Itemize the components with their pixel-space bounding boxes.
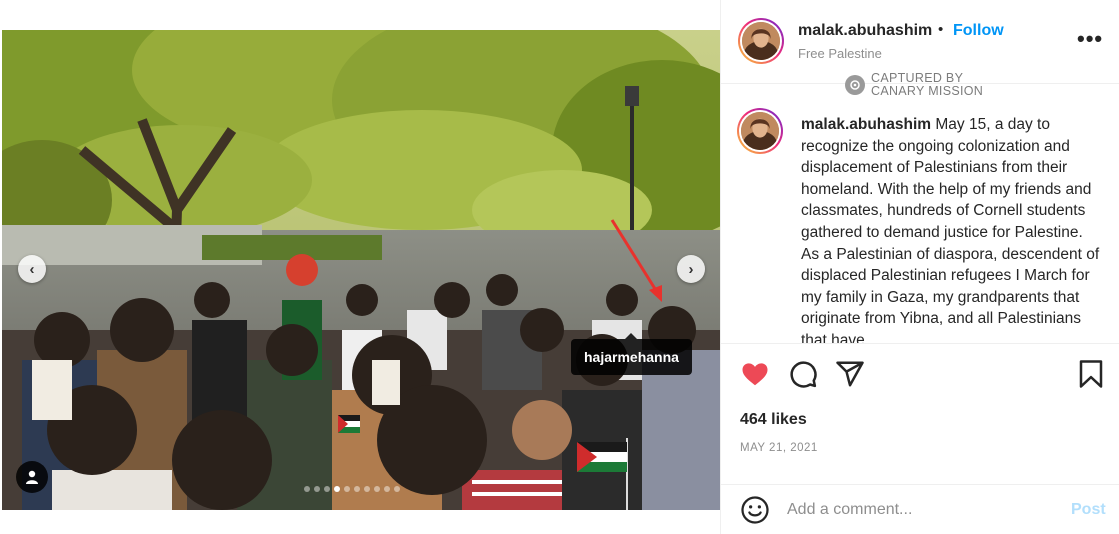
previous-photo-button[interactable]: ‹ xyxy=(18,255,46,283)
avatar-image xyxy=(741,112,779,150)
share-button[interactable] xyxy=(835,359,865,389)
comment-button[interactable] xyxy=(788,359,818,389)
carousel-dot xyxy=(384,486,390,492)
carousel-dot xyxy=(314,486,320,492)
more-horizontal-icon: ••• xyxy=(1077,26,1104,51)
bookmark-icon xyxy=(1079,360,1103,388)
caption-section: malak.abuhashim May 15, a day to recogni… xyxy=(721,100,1119,344)
tagged-users-button[interactable] xyxy=(16,461,48,493)
emoji-icon xyxy=(741,496,769,524)
action-bar xyxy=(721,359,1119,393)
carousel-indicator xyxy=(304,486,400,492)
comment-input[interactable] xyxy=(787,498,1057,522)
post-details-panel: malak.abuhashim • Follow Free Palestine … xyxy=(720,0,1119,534)
heart-icon xyxy=(742,363,768,386)
avatar-image xyxy=(742,22,780,60)
carousel-dot xyxy=(324,486,330,492)
comment-bar: Post xyxy=(721,484,1119,534)
chevron-right-icon: › xyxy=(688,260,694,278)
canary-logo-icon xyxy=(845,75,865,95)
author-avatar[interactable] xyxy=(738,18,784,64)
caption-author-avatar[interactable] xyxy=(737,108,783,154)
emoji-button[interactable] xyxy=(740,495,770,525)
more-options-button[interactable]: ••• xyxy=(1077,26,1104,51)
chevron-left-icon: ‹ xyxy=(29,260,35,278)
post-date[interactable]: MAY 21, 2021 xyxy=(740,442,818,454)
caption-username[interactable]: malak.abuhashim xyxy=(801,116,931,133)
header-separator: • xyxy=(938,21,944,38)
tagged-user-label[interactable]: hajarmehanna xyxy=(571,333,692,375)
carousel-dot xyxy=(364,486,370,492)
share-icon xyxy=(836,361,864,387)
carousel-dot xyxy=(344,486,350,492)
carousel-dot xyxy=(354,486,360,492)
canary-mission-watermark: CAPTURED BY CANARY MISSION xyxy=(845,72,983,98)
post-media[interactable]: ‹ › hajarmehanna xyxy=(2,30,720,510)
carousel-dot xyxy=(334,486,340,492)
protest-photo xyxy=(2,30,720,510)
comment-icon xyxy=(790,361,817,388)
author-username[interactable]: malak.abuhashim xyxy=(798,22,932,40)
post-comment-button[interactable]: Post xyxy=(1071,501,1106,519)
caption-text: malak.abuhashim May 15, a day to recogni… xyxy=(801,114,1101,344)
like-count[interactable]: 464 likes xyxy=(740,411,807,429)
carousel-dot xyxy=(374,486,380,492)
follow-button[interactable]: Follow xyxy=(953,22,1004,40)
caption-body: May 15, a day to recognize the ongoing c… xyxy=(801,116,1100,344)
next-photo-button[interactable]: › xyxy=(677,255,705,283)
carousel-dot xyxy=(394,486,400,492)
post-location[interactable]: Free Palestine xyxy=(798,46,882,61)
save-button[interactable] xyxy=(1076,359,1106,389)
user-icon xyxy=(26,470,38,484)
post-header: malak.abuhashim • Follow Free Palestine … xyxy=(721,0,1119,98)
watermark-line-2: CANARY MISSION xyxy=(871,84,984,98)
carousel-dot xyxy=(304,486,310,492)
section-divider xyxy=(721,343,1119,344)
like-button[interactable] xyxy=(740,359,770,389)
